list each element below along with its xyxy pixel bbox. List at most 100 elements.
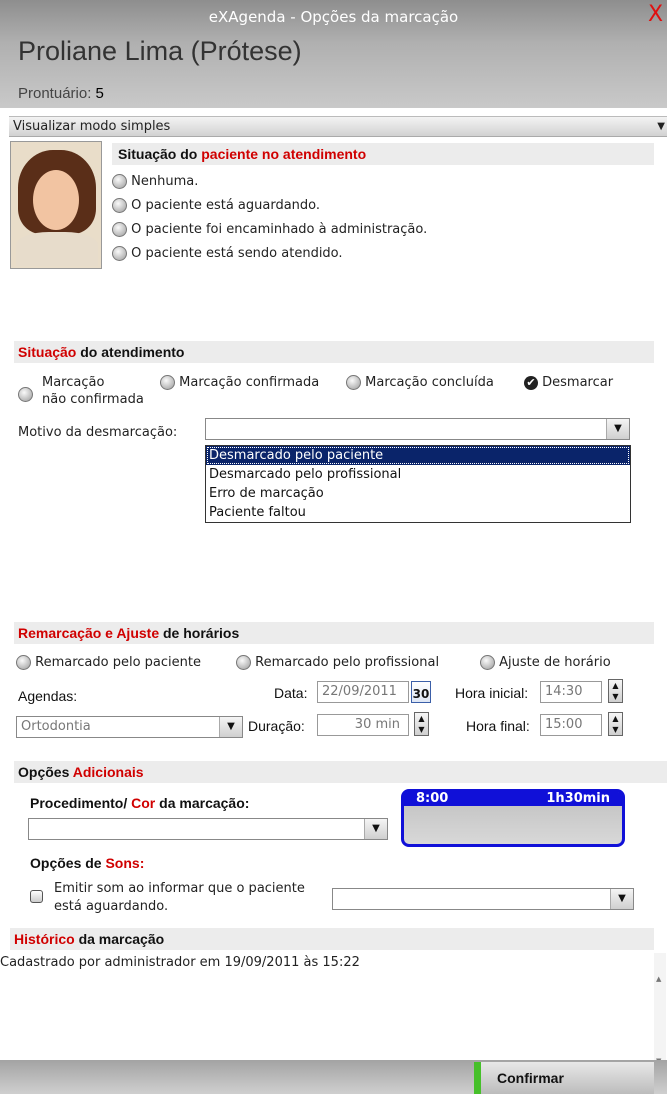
option-label: Desmarcar (542, 375, 614, 390)
radio-icon (160, 375, 175, 390)
list-item[interactable]: Desmarcado pelo paciente (206, 446, 630, 465)
sounds-label: Opções de Sons: (30, 855, 144, 871)
record-line: Prontuário: 5 (18, 85, 104, 102)
patient-status-option[interactable]: O paciente está sendo atendido. (112, 246, 343, 261)
option-label: Marcação confirmada (179, 375, 320, 390)
chevron-down-icon: ▼ (657, 121, 665, 132)
date-label: Data: (274, 685, 308, 701)
option-label: Nenhuma. (131, 174, 199, 189)
patient-status-title: Situação do (118, 146, 202, 162)
cancel-reason-label: Motivo da desmarcação: (18, 425, 178, 440)
checked-radio-icon: ✔ (524, 375, 538, 390)
appointment-status-header: Situação do atendimento (14, 341, 654, 363)
record-label: Prontuário: (18, 85, 92, 102)
photo-body (16, 232, 98, 266)
history-entry: Cadastrado por administrador em 19/09/20… (0, 955, 360, 970)
reschedule-title-red: Remarcação e Ajuste (18, 625, 160, 641)
option-label: Marcação (42, 375, 105, 390)
dropdown-arrow-icon: ▼ (606, 419, 629, 439)
sound-label-line: Emitir som ao informar que o paciente (54, 881, 305, 896)
start-time-label: Hora inicial: (455, 685, 529, 701)
patient-status-header: Situação do paciente no atendimento (112, 143, 654, 165)
radio-icon (112, 222, 127, 237)
status-unconfirmed-option[interactable]: Marcação não confirmada (18, 374, 144, 408)
option-label: não confirmada (42, 392, 144, 407)
cancel-reason-select[interactable]: ▼ (205, 418, 630, 440)
option-label: Marcação concluída (365, 375, 494, 390)
record-number: 5 (95, 85, 104, 102)
history-title-red: Histórico (14, 931, 75, 947)
option-label: Remarcado pelo paciente (35, 655, 201, 670)
end-time-spinner[interactable]: ▲ ▼ (608, 712, 623, 736)
agenda-value: Ortodontia (21, 719, 91, 734)
procedure-label: Procedimento/ Cor da marcação: (30, 795, 249, 811)
radio-icon (112, 246, 127, 261)
list-item[interactable]: Desmarcado pelo profissional (206, 465, 630, 484)
procedure-select[interactable]: ▼ (28, 818, 388, 840)
radio-icon (112, 174, 127, 189)
preview-duration: 1h30min (546, 791, 610, 806)
status-cancel-option[interactable]: ✔ Desmarcar (524, 375, 613, 390)
patient-status-option[interactable]: Nenhuma. (112, 174, 198, 189)
option-label: Remarcado pelo profissional (255, 655, 440, 670)
start-time-input[interactable]: 14:30 (540, 681, 602, 703)
radio-icon (236, 655, 251, 670)
patient-status-title-red: paciente no atendimento (201, 146, 367, 162)
start-time-spinner[interactable]: ▲ ▼ (608, 679, 623, 703)
option-label: O paciente está aguardando. (131, 198, 321, 213)
sound-checkbox[interactable] (30, 890, 43, 903)
duration-spinner[interactable]: ▲ ▼ (414, 712, 429, 736)
list-item[interactable]: Erro de marcação (206, 484, 630, 503)
dropdown-arrow-icon: ▼ (610, 889, 633, 909)
option-label: Ajuste de horário (499, 655, 611, 670)
history-header: Histórico da marcação (10, 928, 654, 950)
end-time-label: Hora final: (466, 718, 530, 734)
sounds-label-text: Opções de (30, 855, 106, 871)
radio-icon (346, 375, 361, 390)
additional-title-red: Adicionais (72, 764, 144, 780)
time-adjust-option[interactable]: Ajuste de horário (480, 655, 611, 670)
procedure-label-text: Procedimento/ (30, 795, 132, 811)
duration-label: Duração: (248, 718, 305, 734)
additional-options-header: Opções Adicionais (14, 761, 667, 783)
dropdown-arrow-icon: ▼ (219, 717, 242, 737)
reschedule-header: Remarcação e Ajuste de horários (14, 622, 654, 644)
preview-time: 8:00 (416, 791, 449, 806)
radio-icon (112, 198, 127, 213)
patient-status-option[interactable]: O paciente foi encaminhado à administraç… (112, 222, 427, 237)
date-input[interactable]: 22/09/2011 (317, 681, 409, 703)
status-confirmed-option[interactable]: Marcação confirmada (160, 375, 319, 390)
rescheduled-by-professional-option[interactable]: Remarcado pelo profissional (236, 655, 439, 670)
history-title: da marcação (74, 931, 165, 947)
end-time-input[interactable]: 15:00 (540, 714, 602, 736)
sound-select[interactable]: ▼ (332, 888, 634, 910)
radio-icon (16, 655, 31, 670)
duration-input[interactable]: 30 min (317, 714, 409, 736)
patient-status-option[interactable]: O paciente está aguardando. (112, 198, 320, 213)
calendar-icon[interactable]: 30 (411, 681, 431, 703)
procedure-label-text: da marcação: (155, 795, 250, 811)
close-icon[interactable]: X (648, 2, 663, 27)
sounds-label-red: Sons: (105, 855, 145, 871)
list-item[interactable]: Paciente faltou (206, 503, 630, 522)
history-scrollbar[interactable]: ▲ ▼ (654, 953, 666, 1075)
simple-mode-label: Visualizar modo simples (13, 119, 171, 134)
window-title: eXAgenda - Opções da marcação (208, 8, 459, 26)
agenda-select[interactable]: Ortodontia ▼ (16, 716, 243, 738)
status-concluded-option[interactable]: Marcação concluída (346, 375, 494, 390)
reschedule-title: de horários (159, 625, 240, 641)
option-label: O paciente foi encaminhado à administraç… (131, 222, 428, 237)
cancel-reason-list: Desmarcado pelo paciente Desmarcado pelo… (205, 445, 631, 523)
confirm-button[interactable]: Confirmar (474, 1062, 654, 1094)
color-preview-header: 8:00 1h30min (404, 792, 622, 806)
radio-icon (18, 387, 33, 402)
additional-title: Opções (18, 764, 73, 780)
agendas-label: Agendas: (18, 688, 78, 704)
radio-icon (480, 655, 495, 670)
sound-label-line: está aguardando. (54, 899, 169, 914)
scroll-up-icon[interactable]: ▲ (656, 975, 661, 983)
patient-name: Proliane Lima (Prótese) (18, 36, 302, 66)
simple-mode-toggle[interactable]: Visualizar modo simples ▼ (9, 116, 667, 137)
procedure-label-red: Cor (131, 795, 156, 811)
rescheduled-by-patient-option[interactable]: Remarcado pelo paciente (16, 655, 201, 670)
